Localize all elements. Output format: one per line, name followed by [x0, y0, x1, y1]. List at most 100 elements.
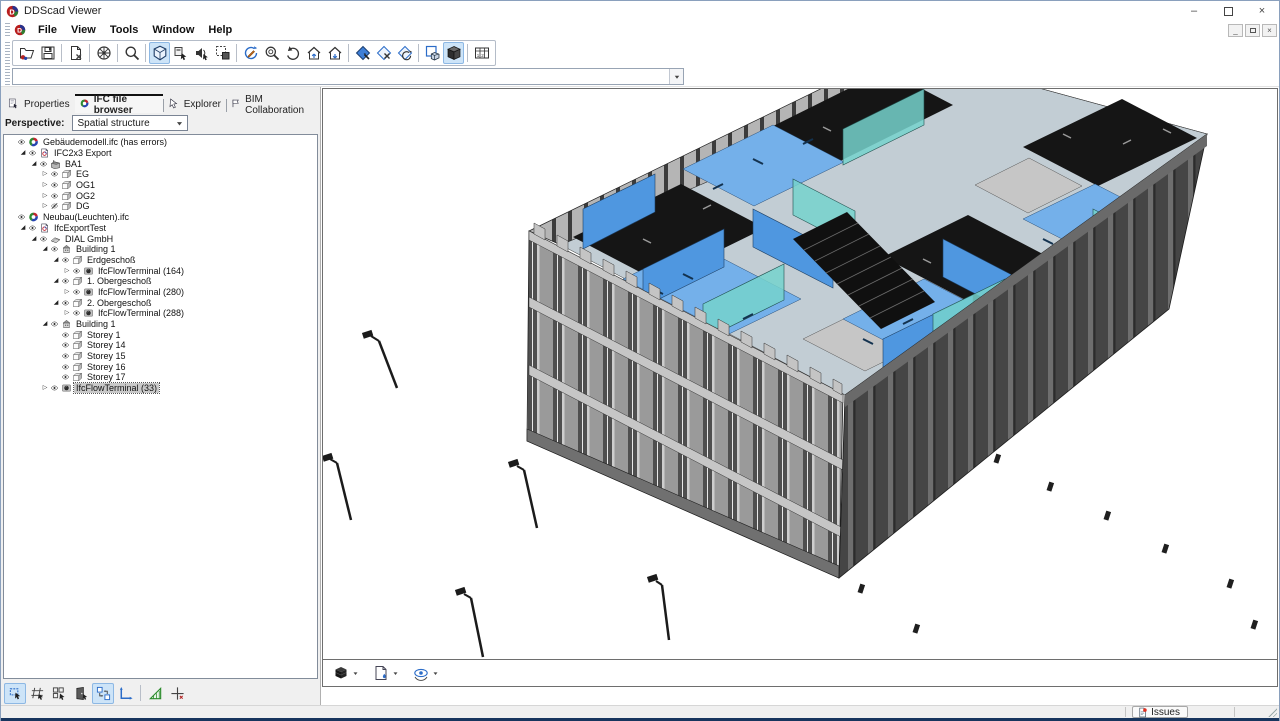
toolbar-button[interactable] — [93, 42, 114, 64]
mdi-restore-button[interactable] — [1245, 24, 1260, 37]
visibility-eye-icon[interactable] — [38, 160, 49, 168]
selection-tool-button[interactable] — [144, 683, 166, 704]
toolbar-button[interactable] — [121, 42, 142, 64]
tree-item[interactable]: Building 1 — [4, 319, 317, 330]
minimize-button[interactable]: – — [1177, 1, 1211, 21]
tree-expander[interactable] — [52, 257, 60, 263]
tree-item[interactable]: Storey 17 — [4, 372, 317, 383]
toolbar-button[interactable] — [471, 42, 492, 64]
perspective-select[interactable]: Spatial structure — [72, 115, 188, 131]
toolbar-button[interactable] — [443, 42, 464, 64]
tree-item[interactable]: Storey 14 — [4, 340, 317, 351]
tree-expander[interactable] — [19, 150, 27, 156]
toolbar-button[interactable] — [170, 42, 191, 64]
tree-item[interactable]: 2. Obergeschoß — [4, 297, 317, 308]
3d-canvas[interactable] — [323, 89, 1277, 659]
visibility-eye-icon[interactable] — [60, 341, 71, 349]
toolbar-button[interactable] — [394, 42, 415, 64]
toolbar-button[interactable] — [149, 42, 170, 64]
tree-expander[interactable] — [19, 225, 27, 231]
combobox-dropdown-button[interactable] — [669, 69, 683, 84]
maximize-button[interactable] — [1211, 1, 1245, 21]
selection-combobox[interactable] — [12, 68, 684, 85]
viewport-tool-button[interactable] — [369, 662, 403, 684]
tree-expander[interactable] — [63, 268, 71, 274]
visibility-eye-icon[interactable] — [60, 256, 71, 264]
tree-expander[interactable] — [41, 203, 49, 209]
visibility-eye-icon[interactable] — [71, 309, 82, 317]
visibility-eye-icon[interactable] — [27, 224, 38, 232]
tree-item[interactable]: DG — [4, 201, 317, 212]
tree-item[interactable]: EG — [4, 169, 317, 180]
tree-item[interactable]: Building 1 — [4, 244, 317, 255]
tree-expander[interactable] — [41, 321, 49, 327]
toolbar-button[interactable] — [65, 42, 86, 64]
panel-tab[interactable]: IFC file browser — [75, 94, 163, 113]
tree-item[interactable]: IfcFlowTerminal (288) — [4, 308, 317, 319]
toolbar-button[interactable] — [16, 42, 37, 64]
toolbar-button[interactable] — [240, 42, 261, 64]
tree-expander[interactable] — [41, 246, 49, 252]
visibility-eye-icon[interactable] — [49, 245, 60, 253]
tree-item[interactable]: BA1 — [4, 158, 317, 169]
toolbar-button[interactable] — [282, 42, 303, 64]
visibility-eye-icon[interactable] — [60, 299, 71, 307]
tree-expander[interactable] — [41, 171, 49, 177]
tree-item[interactable]: Erdgeschoß — [4, 255, 317, 266]
menubar-grip[interactable] — [5, 23, 10, 37]
mdi-close-button[interactable]: × — [1262, 24, 1277, 37]
visibility-eye-icon[interactable] — [60, 277, 71, 285]
visibility-eye-icon[interactable] — [71, 267, 82, 275]
visibility-eye-icon[interactable] — [49, 202, 60, 210]
selection-tool-button[interactable] — [26, 683, 48, 704]
tree-item[interactable]: Gebäudemodell.ifc (has errors) — [4, 137, 317, 148]
tree-expander[interactable] — [52, 300, 60, 306]
menu-item[interactable]: Tools — [103, 22, 146, 38]
toolbar-button[interactable] — [422, 42, 443, 64]
toolbar-grip[interactable] — [5, 42, 10, 64]
panel-tab[interactable]: Properties — [3, 94, 75, 113]
tree-item[interactable]: IfcFlowTerminal (280) — [4, 287, 317, 298]
tree-item[interactable]: IFC2x3 Export — [4, 148, 317, 159]
toolbar-button[interactable] — [373, 42, 394, 64]
resize-grip[interactable] — [1267, 707, 1277, 717]
visibility-eye-icon[interactable] — [16, 213, 27, 221]
tree-item[interactable]: Storey 15 — [4, 351, 317, 362]
tree-expander[interactable] — [41, 385, 49, 391]
menu-item[interactable]: Window — [145, 22, 201, 38]
menu-item[interactable]: File — [31, 22, 64, 38]
close-button[interactable]: × — [1245, 1, 1279, 21]
visibility-eye-icon[interactable] — [38, 235, 49, 243]
tree-expander[interactable] — [63, 289, 71, 295]
selection-tool-button[interactable] — [48, 683, 70, 704]
tree-expander[interactable] — [52, 278, 60, 284]
toolbar-button[interactable] — [303, 42, 324, 64]
panel-tab[interactable]: Explorer — [163, 94, 226, 113]
toolbar-button[interactable] — [191, 42, 212, 64]
tree-expander[interactable] — [63, 310, 71, 316]
visibility-eye-icon[interactable] — [49, 384, 60, 392]
tree-expander[interactable] — [41, 193, 49, 199]
issues-button[interactable]: Issues — [1132, 706, 1188, 718]
tree-item[interactable]: IfcFlowTerminal (164) — [4, 265, 317, 276]
viewport-tool-button[interactable] — [329, 662, 363, 684]
selection-tool-button[interactable] — [92, 683, 114, 704]
menu-item[interactable]: Help — [201, 22, 239, 38]
toolbar-button[interactable] — [261, 42, 282, 64]
visibility-eye-icon[interactable] — [49, 320, 60, 328]
visibility-eye-icon[interactable] — [49, 192, 60, 200]
viewport-tool-button[interactable] — [409, 662, 443, 684]
selection-tool-button[interactable] — [4, 683, 26, 704]
toolbar-button[interactable] — [352, 42, 373, 64]
menu-item[interactable]: View — [64, 22, 103, 38]
selection-tool-button[interactable] — [114, 683, 136, 704]
tree-item[interactable]: IfcExportTest — [4, 223, 317, 234]
visibility-eye-icon[interactable] — [49, 170, 60, 178]
selection-tool-button[interactable] — [166, 683, 188, 704]
visibility-eye-icon[interactable] — [71, 288, 82, 296]
tree-item[interactable]: IfcFlowTerminal (33) — [4, 383, 317, 394]
tree-expander[interactable] — [30, 236, 38, 242]
tree-item[interactable]: Storey 16 — [4, 361, 317, 372]
tree-item[interactable]: Neubau(Leuchten).ifc — [4, 212, 317, 223]
tree-item[interactable]: DIAL GmbH — [4, 233, 317, 244]
